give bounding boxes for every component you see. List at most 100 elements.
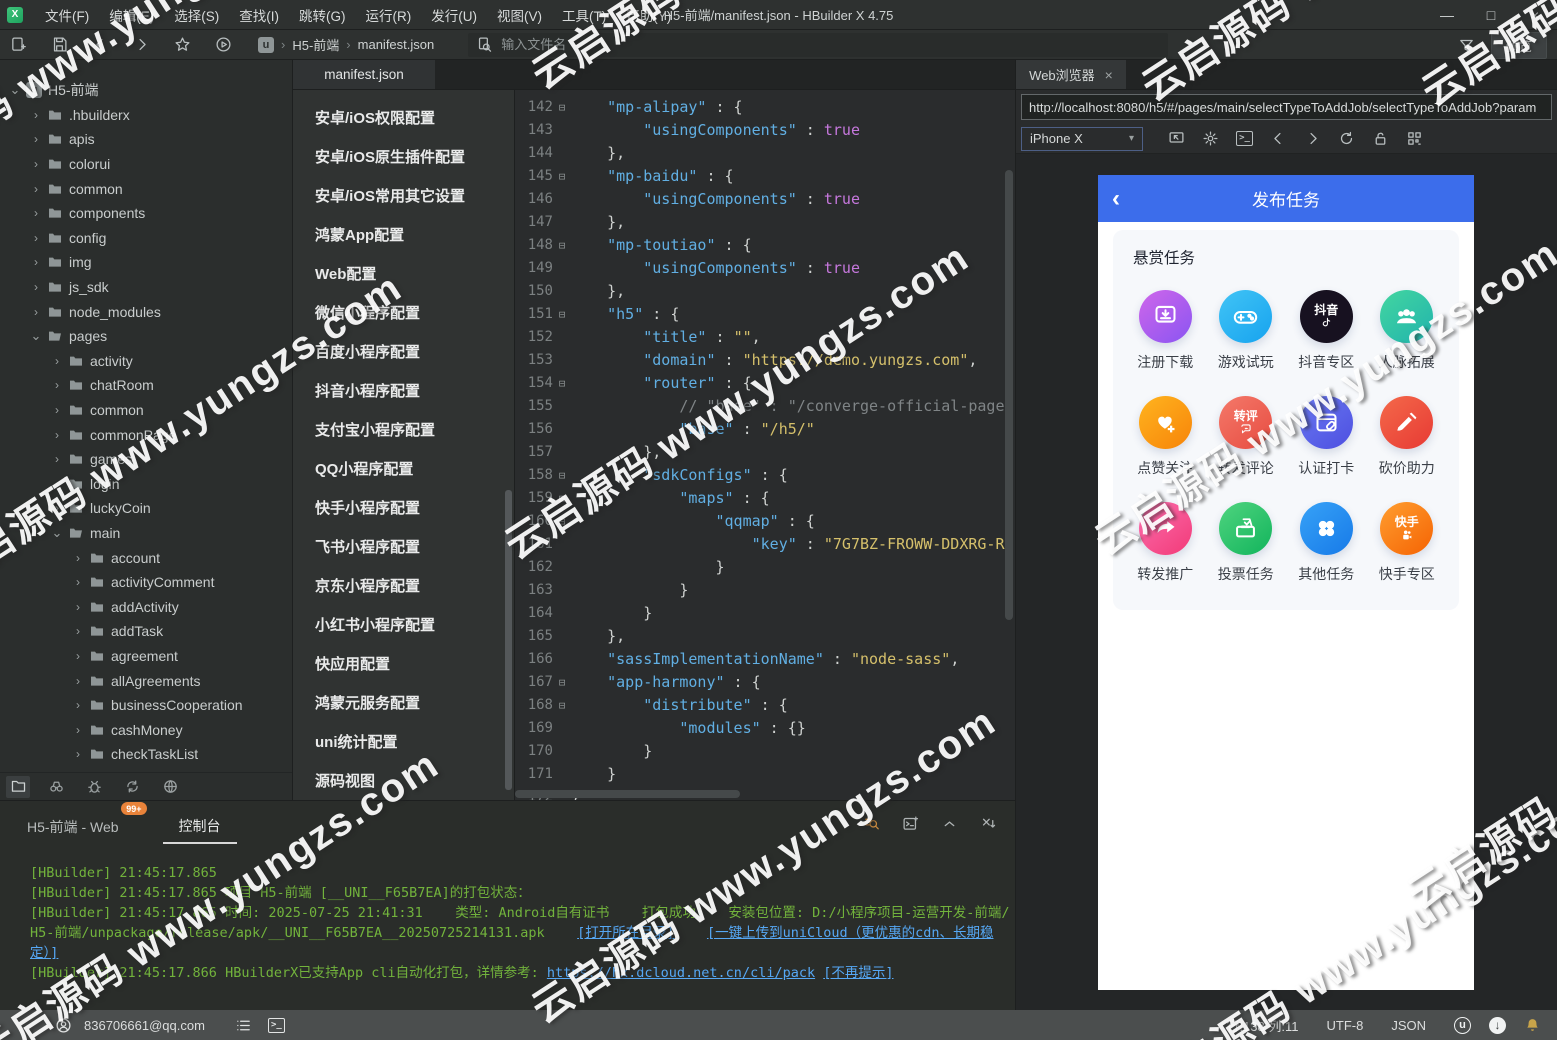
fold-marker-icon[interactable]: ⊟: [553, 96, 571, 119]
tree-item-activityComment[interactable]: › activityComment: [0, 570, 292, 595]
task-tile-5[interactable]: 转评 转发评论: [1218, 396, 1274, 478]
config-nav-item-13[interactable]: 小红书小程序配置: [293, 605, 514, 644]
config-nav-scrollbar[interactable]: [505, 490, 512, 790]
chevron-right-icon[interactable]: ›: [50, 452, 64, 466]
chevron-right-icon[interactable]: ›: [29, 280, 43, 294]
fold-marker-icon[interactable]: ⊟: [553, 487, 571, 510]
task-tile-4[interactable]: 点赞关注: [1137, 396, 1193, 478]
breadcrumb-file[interactable]: manifest.json: [358, 37, 435, 52]
chevron-right-icon[interactable]: ›: [29, 157, 43, 171]
code-line-161[interactable]: 161 "key" : "7G7BZ-FROWW-DDXRG-R: [515, 533, 1015, 556]
tree-item-img[interactable]: › img: [0, 250, 292, 275]
terminal-icon[interactable]: >_: [1236, 130, 1253, 147]
config-nav-item-5[interactable]: 微信小程序配置: [293, 293, 514, 332]
file-type[interactable]: JSON: [1391, 1018, 1426, 1033]
search-icon[interactable]: [44, 776, 68, 798]
tree-item-checkTaskList[interactable]: › checkTaskList: [0, 742, 292, 767]
search-input[interactable]: [501, 37, 1161, 52]
qrcode-icon[interactable]: [1406, 130, 1423, 147]
notification-bell-icon[interactable]: [1524, 1017, 1541, 1034]
config-nav-item-2[interactable]: 安卓/iOS常用其它设置: [293, 176, 514, 215]
console-link[interactable]: [不再提示]: [823, 965, 893, 981]
code-line-152[interactable]: 152 "title" : "",: [515, 326, 1015, 349]
code-line-154[interactable]: 154 ⊟ "router" : {: [515, 372, 1015, 395]
task-tile-3[interactable]: 人脉拓展: [1379, 290, 1435, 372]
file-encoding[interactable]: UTF-8: [1326, 1018, 1363, 1033]
code-line-164[interactable]: 164 }: [515, 602, 1015, 625]
filter-funnel-icon[interactable]: [1458, 37, 1475, 54]
tree-item-main[interactable]: ⌄ main: [0, 521, 292, 546]
favorite-icon[interactable]: [174, 36, 191, 53]
lock-open-icon[interactable]: [1372, 130, 1389, 147]
nav-back-icon[interactable]: [92, 36, 109, 53]
task-tile-1[interactable]: 游戏试玩: [1218, 290, 1274, 372]
console-link[interactable]: https://hx.dcloud.net.cn/cli/pack: [547, 965, 815, 981]
url-input[interactable]: [1021, 94, 1552, 120]
chevron-down-icon[interactable]: ⌄: [29, 328, 43, 344]
close-tab-icon[interactable]: ×: [1105, 67, 1113, 83]
tree-item-cashMoney[interactable]: › cashMoney: [0, 717, 292, 742]
chevron-right-icon[interactable]: ›: [29, 255, 43, 269]
task-tile-6[interactable]: 认证打卡: [1298, 396, 1354, 478]
fold-marker-icon[interactable]: ⊟: [553, 464, 571, 487]
console-tab-1[interactable]: 控制台: [162, 810, 237, 844]
chevron-right-icon[interactable]: ›: [71, 649, 85, 663]
tree-item-apis[interactable]: › apis: [0, 127, 292, 152]
chevron-right-icon[interactable]: ›: [71, 747, 85, 761]
account-email[interactable]: 836706661@qq.com: [84, 1018, 205, 1033]
config-nav-item-0[interactable]: 安卓/iOS权限配置: [293, 98, 514, 137]
task-tile-2[interactable]: 抖音 抖音专区: [1298, 290, 1354, 372]
maximize-button[interactable]: □: [1469, 0, 1513, 30]
tree-item-addActivity[interactable]: › addActivity: [0, 594, 292, 619]
code-line-143[interactable]: 143 "usingComponents" : true: [515, 119, 1015, 142]
code-line-170[interactable]: 170 }: [515, 740, 1015, 763]
code-line-146[interactable]: 146 "usingComponents" : true: [515, 188, 1015, 211]
config-nav-item-11[interactable]: 飞书小程序配置: [293, 527, 514, 566]
tree-item-common[interactable]: › common: [0, 176, 292, 201]
open-in-browser-icon[interactable]: [1168, 130, 1185, 147]
fold-marker-icon[interactable]: ⊟: [553, 372, 571, 395]
config-nav-item-16[interactable]: uni统计配置: [293, 722, 514, 761]
config-nav-item-6[interactable]: 百度小程序配置: [293, 332, 514, 371]
task-tile-10[interactable]: 其他任务: [1298, 502, 1354, 584]
chevron-right-icon[interactable]: ›: [29, 231, 43, 245]
code-line-165[interactable]: 165 },: [515, 625, 1015, 648]
code-line-157[interactable]: 157 },: [515, 441, 1015, 464]
new-terminal-icon[interactable]: [902, 815, 919, 832]
config-nav-item-3[interactable]: 鸿蒙App配置: [293, 215, 514, 254]
save-icon[interactable]: [51, 36, 68, 53]
menu-item-8[interactable]: 工具(T): [552, 1, 616, 29]
code-line-148[interactable]: 148 ⊟ "mp-toutiao" : {: [515, 234, 1015, 257]
fold-marker-icon[interactable]: ⊟: [553, 165, 571, 188]
tree-item-H5-前端[interactable]: ⌄ u H5-前端: [0, 78, 292, 103]
preview-button[interactable]: 预览: [1490, 31, 1547, 59]
uni-circle-icon[interactable]: u: [1454, 1016, 1471, 1034]
code-line-147[interactable]: 147 },: [515, 211, 1015, 234]
chevron-right-icon[interactable]: ›: [50, 501, 64, 515]
tab-web-browser[interactable]: Web浏览器 ×: [1016, 60, 1126, 89]
service-icon[interactable]: [158, 776, 182, 798]
code-line-167[interactable]: 167 ⊟ "app-harmony" : {: [515, 671, 1015, 694]
code-line-156[interactable]: 156 "base" : "/h5/": [515, 418, 1015, 441]
find-in-logs-icon[interactable]: [863, 815, 880, 832]
config-nav-item-4[interactable]: Web配置: [293, 254, 514, 293]
code-line-142[interactable]: 142 ⊟ "mp-alipay" : {: [515, 96, 1015, 119]
menu-item-2[interactable]: 选择(S): [164, 1, 229, 29]
code-line-169[interactable]: 169 "modules" : {}: [515, 717, 1015, 740]
tree-item-agreement[interactable]: › agreement: [0, 644, 292, 669]
chevron-down-icon[interactable]: ⌄: [8, 82, 22, 98]
run-icon[interactable]: [215, 36, 232, 53]
code-line-150[interactable]: 150 },: [515, 280, 1015, 303]
breadcrumb-project[interactable]: H5-前端: [292, 35, 339, 54]
console-tab-0[interactable]: H5-前端 - Web 99+: [25, 802, 147, 843]
menu-item-0[interactable]: 文件(F): [35, 1, 99, 29]
config-nav-item-17[interactable]: 源码视图: [293, 761, 514, 800]
task-tile-11[interactable]: 快手 快手专区: [1379, 502, 1435, 584]
chevron-right-icon[interactable]: ›: [71, 723, 85, 737]
tree-item-common[interactable]: › common: [0, 398, 292, 423]
code-line-162[interactable]: 162 }: [515, 556, 1015, 579]
fold-marker-icon[interactable]: ⊟: [553, 303, 571, 326]
tree-item-luckyCoin[interactable]: › luckyCoin: [0, 496, 292, 521]
chevron-right-icon[interactable]: ›: [29, 206, 43, 220]
chevron-right-icon[interactable]: ›: [50, 378, 64, 392]
